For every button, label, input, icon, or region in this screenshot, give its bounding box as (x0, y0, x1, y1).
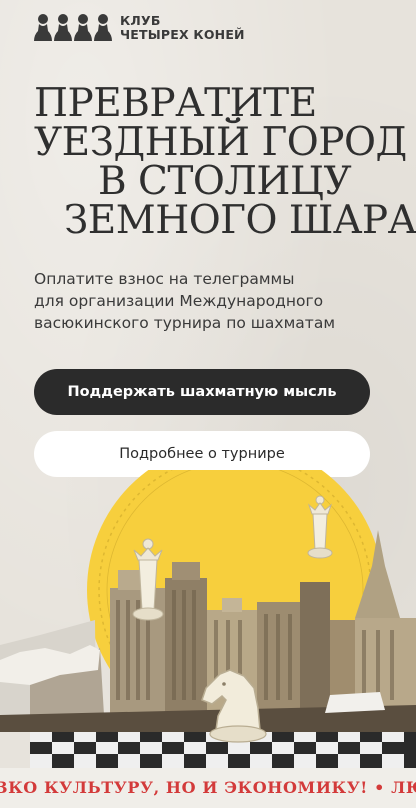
hero-illustration (0, 470, 416, 770)
ticker-text: ВКО КУЛЬТУРУ, НО И ЭКОНОМИКУ! • ЛЮ (0, 778, 416, 797)
headline-line-2: УЕЗДНЫЙ ГОРОД (34, 120, 407, 165)
brand-name-line1: КЛУБ (120, 13, 161, 28)
brand-logo[interactable]: КЛУБ ЧЕТЫРЕХ КОНЕЙ (34, 12, 245, 44)
subtitle-line-2: для организации Международного (34, 292, 324, 310)
support-button[interactable]: Поддержать шахматную мысль (34, 369, 370, 415)
hero-subtitle: Оплатите взнос на телеграммы для организ… (34, 268, 384, 334)
marquee-ticker: ВКО КУЛЬТУРУ, НО И ЭКОНОМИКУ! • ЛЮ (0, 768, 416, 808)
headline-line-1: ПРЕВРАТИТЕ (34, 81, 317, 126)
headline-line-4: ЗЕМНОГО ШАРА (64, 198, 416, 243)
brand-name-line2: ЧЕТЫРЕХ КОНЕЙ (120, 27, 245, 42)
brand-name: КЛУБ ЧЕТЫРЕХ КОНЕЙ (120, 14, 245, 42)
chess-pawns-icon (34, 14, 112, 41)
subtitle-line-1: Оплатите взнос на телеграммы (34, 270, 295, 288)
headline-line-3: В СТОЛИЦУ (98, 159, 352, 204)
subtitle-line-3: васюкинского турнира по шахматам (34, 314, 336, 332)
hero-headline: ПРЕВРАТИТЕ УЕЗДНЫЙ ГОРОД В СТОЛИЦУ ЗЕМНО… (0, 84, 416, 240)
